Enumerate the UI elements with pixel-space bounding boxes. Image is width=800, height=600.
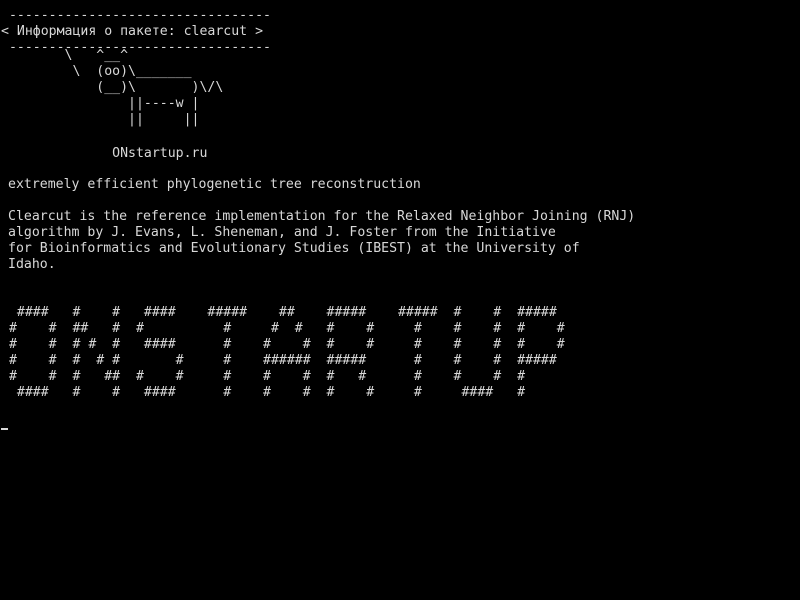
package-description: Clearcut is the reference implementation…: [8, 209, 635, 273]
bubble-top-border: ---------------------------------: [1, 8, 271, 23]
bubble-message: < Информация о пакете: clearcut >: [1, 24, 264, 39]
site-name-text: ONstartup.ru: [1, 146, 208, 161]
terminal-screen[interactable]: --------------------------------- < Инфор…: [0, 0, 800, 600]
package-summary: extremely efficient phylogenetic tree re…: [8, 177, 421, 193]
site-name: ONstartup.ru: [1, 146, 207, 162]
cow-art-line: (__)\ )\/\: [1, 80, 224, 95]
banner-line: #### # # #### ##### ## ##### ##### # # #…: [1, 305, 557, 320]
banner-line: # # # # # #### # # # # # # # # # #: [1, 337, 565, 352]
description-line: Clearcut is the reference implementation…: [8, 209, 636, 224]
description-line: algorithm by J. Evans, L. Sheneman, and …: [8, 225, 556, 240]
banner-line: #### # # #### # # # # # # #### #: [1, 385, 526, 400]
package-summary-text: extremely efficient phylogenetic tree re…: [8, 177, 421, 192]
cow-art-line: \ ^__^: [1, 48, 129, 63]
ascii-banner: #### # # #### ##### ## ##### ##### # # #…: [1, 305, 565, 401]
description-line: Idaho.: [8, 257, 56, 272]
description-line: for Bioinformatics and Evolutionary Stud…: [8, 241, 580, 256]
banner-line: # # ## # # # # # # # # # # # #: [1, 321, 565, 336]
cow-art-line: ||----w |: [1, 96, 200, 111]
banner-line: # # # ## # # # # # # # # # # #: [1, 369, 526, 384]
text-cursor: [1, 428, 8, 430]
cow-art-line: || ||: [1, 112, 200, 127]
cowsay-cow-art: \ ^__^ \ (oo)\_______ (__)\ )\/\ ||----w…: [1, 48, 224, 128]
cow-art-line: \ (oo)\_______: [1, 64, 192, 79]
banner-line: # # # # # # # ###### ##### # # # #####: [1, 353, 557, 368]
